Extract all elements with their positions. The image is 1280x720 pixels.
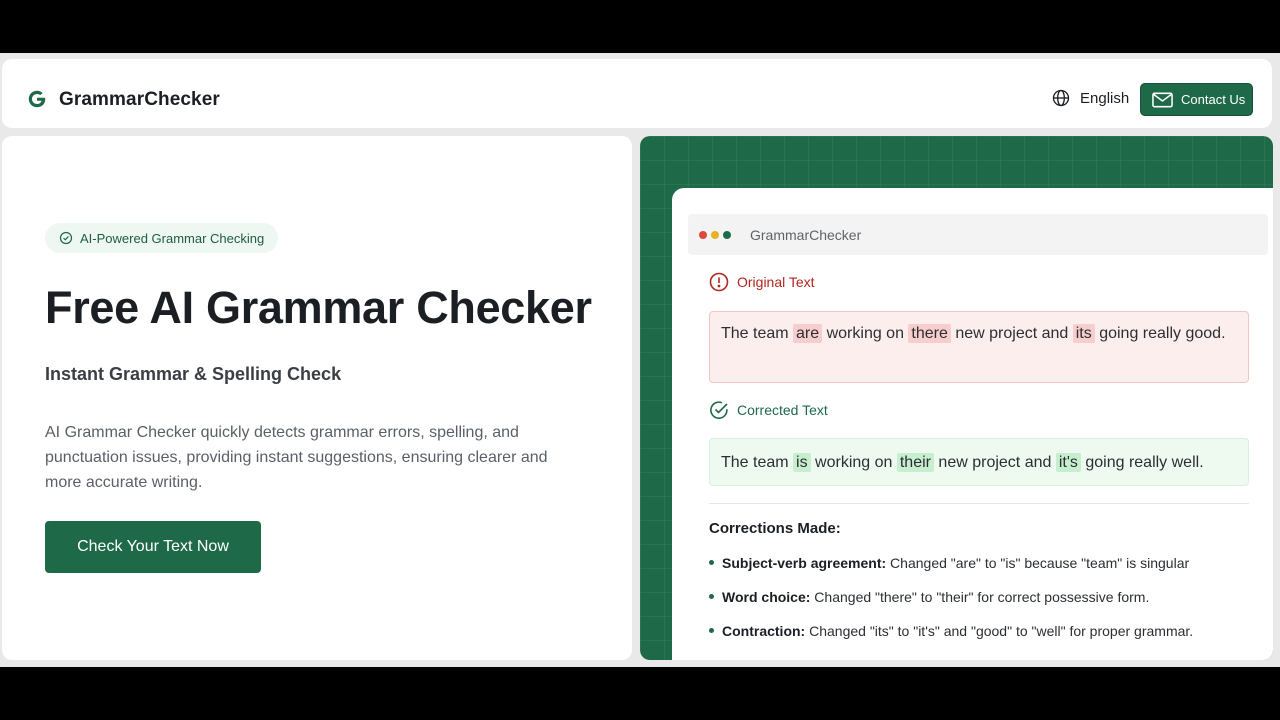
demo-window: GrammarChecker Original Text The team ar… [672, 188, 1273, 660]
original-text-label: Original Text [709, 272, 815, 292]
correction-text: Changed "are" to "is" because "team" is … [886, 555, 1190, 571]
top-nav: GrammarChecker English Contact Us [2, 59, 1272, 128]
g-logo-icon[interactable] [26, 88, 48, 110]
correction-title: Contraction: [722, 623, 806, 639]
window-dot-yellow [711, 230, 719, 239]
check-circle-icon [710, 401, 728, 419]
correction-item: Subject-verb agreement: Changed "are" to… [709, 552, 1269, 586]
page-subtitle: Instant Grammar & Spelling Check [45, 364, 342, 384]
correction-item: Contraction: Changed "its" to "it's" and… [709, 620, 1269, 654]
correction-text: Changed "there" to "their" for correct p… [810, 589, 1150, 605]
original-text-heading: Original Text [737, 274, 815, 290]
demo-panel: GrammarChecker Original Text The team ar… [640, 136, 1273, 660]
corrected-text-heading: Corrected Text [737, 402, 828, 418]
divider [709, 503, 1249, 504]
correction-title: Subject-verb agreement: [722, 555, 887, 571]
bullet-dot [709, 594, 714, 599]
corr-segment: new project and [933, 454, 1056, 471]
orig-segment: new project and [950, 325, 1073, 342]
corr-segment: working on [810, 454, 897, 471]
orig-segment: working on [822, 325, 909, 342]
window-dot-green [723, 230, 731, 239]
orig-segment: going really good. [1094, 325, 1226, 342]
brand-name[interactable]: GrammarChecker [59, 89, 220, 111]
window-title: GrammarChecker [750, 226, 862, 243]
window-dot-red [699, 230, 707, 239]
contact-us-button[interactable]: Contact Us [1140, 83, 1253, 116]
bullet-dot [709, 560, 714, 565]
check-circle-icon [59, 231, 73, 245]
page-title: Free AI Grammar Checker [45, 282, 592, 333]
globe-icon [1052, 89, 1070, 107]
corrected-text-label: Corrected Text [709, 400, 828, 420]
ai-badge-label: AI-Powered Grammar Checking [80, 230, 265, 246]
orig-segment: The team [721, 325, 794, 342]
original-text-box: The team are working on there new projec… [709, 311, 1249, 383]
corr-segment: going really well. [1080, 454, 1204, 471]
bullet-dot [709, 628, 714, 633]
fix-highlight: is [793, 453, 811, 472]
correction-item: Word choice: Changed "there" to "their" … [709, 586, 1269, 620]
corrections-list: Subject-verb agreement: Changed "are" to… [709, 552, 1269, 654]
fix-highlight: their [896, 453, 934, 472]
mail-icon [1152, 92, 1173, 107]
error-highlight: are [793, 324, 823, 343]
error-highlight: there [908, 324, 951, 343]
correction-title: Word choice: [722, 589, 811, 605]
language-label: English [1080, 89, 1130, 107]
page: GrammarChecker English Contact Us AI-Pow [0, 53, 1280, 667]
error-highlight: its [1072, 324, 1095, 343]
contact-us-label: Contact Us [1181, 92, 1246, 107]
hero-card: AI-Powered Grammar Checking Free AI Gram… [2, 136, 632, 660]
correction-text: Changed "its" to "it's" and "good" to "w… [805, 623, 1194, 639]
corrections-heading: Corrections Made: [709, 520, 841, 537]
fix-highlight: it's [1055, 453, 1081, 472]
corr-segment: The team [721, 454, 794, 471]
hero-description: AI Grammar Checker quickly detects gramm… [45, 424, 548, 491]
language-selector[interactable]: English [1051, 88, 1129, 108]
alert-circle-icon [709, 272, 729, 292]
ai-badge: AI-Powered Grammar Checking [45, 223, 279, 253]
corrected-text-box: The team is working on their new project… [709, 438, 1249, 486]
window-titlebar: GrammarChecker [688, 214, 1268, 255]
check-text-button[interactable]: Check Your Text Now [45, 521, 261, 573]
